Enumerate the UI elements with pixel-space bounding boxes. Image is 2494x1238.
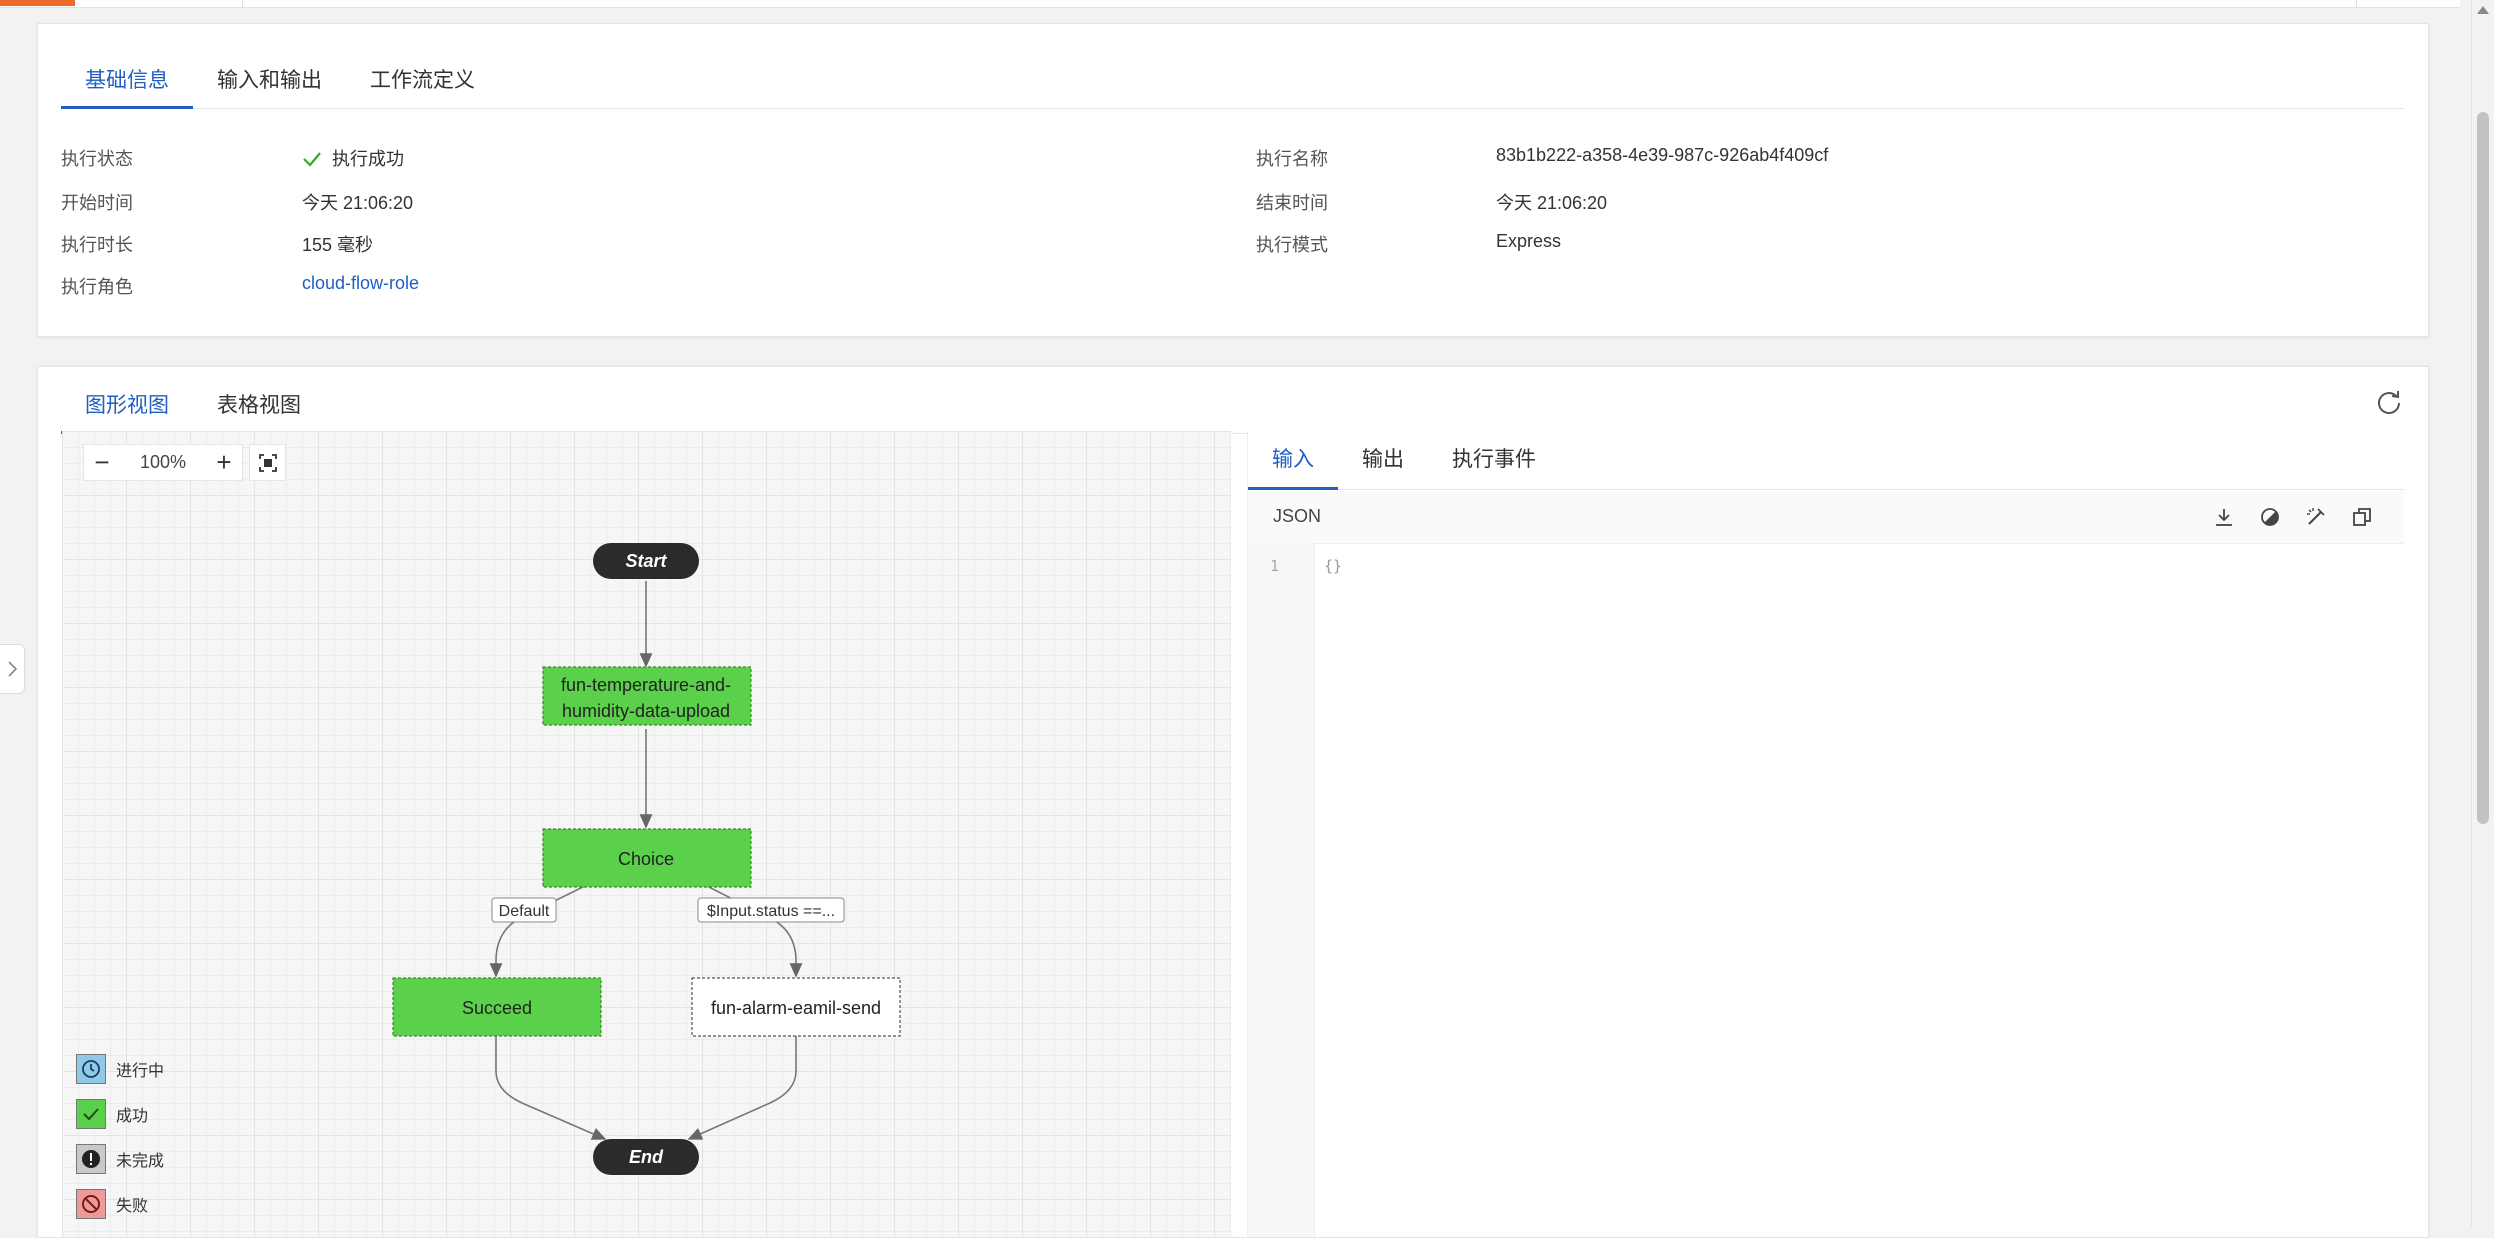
- theme-toggle-icon[interactable]: [2258, 505, 2282, 529]
- tab-input[interactable]: 输入: [1248, 431, 1338, 490]
- json-editor[interactable]: 1 {}: [1248, 543, 2404, 1237]
- edge-label-default: Default: [491, 897, 557, 923]
- node-task-label-line1: fun-temperature-and-: [561, 675, 731, 695]
- legend-label: 未完成: [116, 1152, 165, 1170]
- ban-icon: [76, 1188, 106, 1219]
- tab-output[interactable]: 输出: [1338, 431, 1428, 489]
- tab-graph-view[interactable]: 图形视图: [61, 379, 193, 434]
- status-value: 执行成功: [302, 145, 404, 171]
- json-toolbar: JSON: [1248, 491, 2404, 544]
- page-scrollbar[interactable]: [2471, 0, 2494, 1228]
- role-label: 执行角色: [61, 277, 133, 297]
- scroll-up-icon[interactable]: [2477, 6, 2489, 14]
- detail-tabs: 输入 输出 执行事件: [1248, 431, 2404, 490]
- legend-label: 失败: [116, 1197, 149, 1215]
- legend-item-failed: 失败: [76, 1181, 164, 1226]
- status-label: 执行状态: [61, 149, 133, 169]
- flow-graph-canvas[interactable]: − 100% + Start fun-temperature-and- humi…: [62, 431, 1231, 1237]
- legend-label: 成功: [116, 1107, 149, 1125]
- end-time-value: 今天 21:06:20: [1496, 193, 1608, 213]
- duration-value: 155 毫秒: [302, 235, 374, 255]
- tab-workflow-definition[interactable]: 工作流定义: [346, 54, 499, 108]
- status-legend: 进行中 成功 未完成 失败: [76, 1046, 164, 1226]
- json-actions: [2212, 505, 2374, 529]
- node-choice-label: Choice: [618, 849, 674, 869]
- top-bar: [0, 0, 2460, 8]
- top-bar-divider: [242, 0, 243, 7]
- node-alarm-email-send[interactable]: fun-alarm-eamil-send: [691, 977, 901, 1037]
- node-succeed-label: Succeed: [462, 998, 532, 1018]
- node-alarm-label: fun-alarm-eamil-send: [711, 998, 881, 1018]
- node-choice[interactable]: Choice: [542, 828, 752, 888]
- node-end[interactable]: End: [593, 1139, 699, 1175]
- detail-panel: 输入 输出 执行事件 JSON 1 {}: [1247, 431, 2404, 1237]
- tab-input-output[interactable]: 输入和输出: [193, 54, 346, 108]
- exclamation-icon: [76, 1143, 106, 1174]
- chevron-right-icon: [8, 661, 18, 677]
- execution-graph-card: 图形视图 表格视图 − 100% + Start fun-temperature…: [37, 366, 2429, 1238]
- start-time-value: 今天 21:06:20: [302, 193, 414, 213]
- download-icon[interactable]: [2212, 505, 2236, 529]
- execution-mode-label: 执行模式: [1256, 235, 1328, 255]
- node-task-label-line2: humidity-data-upload: [562, 701, 730, 721]
- legend-item-success: 成功: [76, 1091, 164, 1136]
- duration-label: 执行时长: [61, 235, 133, 255]
- edge-label-condition: $Input.status ==...: [697, 897, 845, 923]
- scrollbar-thumb[interactable]: [2477, 112, 2489, 824]
- legend-item-running: 进行中: [76, 1046, 164, 1091]
- flow-diagram: Start fun-temperature-and- humidity-data…: [392, 543, 901, 1175]
- node-end-label: End: [629, 1147, 664, 1167]
- execution-mode-value: Express: [1496, 231, 1562, 251]
- refresh-icon[interactable]: [2375, 389, 2403, 417]
- svg-text:$Input.status ==...: $Input.status ==...: [707, 903, 835, 920]
- tab-basic-info[interactable]: 基础信息: [61, 54, 193, 109]
- execution-name-label: 执行名称: [1256, 149, 1328, 169]
- execution-name-value: 83b1b222-a358-4e39-987c-926ab4f409cf: [1496, 145, 1829, 165]
- line-number: 1: [1270, 557, 1280, 575]
- end-time-label: 结束时间: [1256, 193, 1328, 213]
- start-time-label: 开始时间: [61, 193, 133, 213]
- node-temperature-task[interactable]: fun-temperature-and- humidity-data-uploa…: [542, 666, 752, 726]
- role-link[interactable]: cloud-flow-role: [302, 273, 419, 294]
- check-icon: [303, 152, 321, 167]
- execution-info-card: 基础信息 输入和输出 工作流定义 执行状态 执行成功 开始时间 今天 21:06…: [37, 23, 2429, 337]
- view-tabs: 图形视图 表格视图: [61, 367, 2404, 434]
- svg-text:Default: Default: [499, 903, 550, 920]
- node-start[interactable]: Start: [593, 543, 699, 579]
- tab-execution-events[interactable]: 执行事件: [1428, 431, 1560, 489]
- check-icon: [76, 1098, 106, 1129]
- sidebar-expand-button[interactable]: [0, 644, 25, 694]
- legend-label: 进行中: [116, 1062, 165, 1080]
- json-title: JSON: [1273, 506, 1322, 526]
- format-icon[interactable]: [2304, 505, 2328, 529]
- copy-icon[interactable]: [2350, 505, 2374, 529]
- status-text: 执行成功: [332, 149, 404, 169]
- legend-item-incomplete: 未完成: [76, 1136, 164, 1181]
- info-tabs: 基础信息 输入和输出 工作流定义: [61, 54, 2404, 109]
- node-start-label: Start: [625, 551, 667, 571]
- node-succeed[interactable]: Succeed: [392, 977, 602, 1037]
- clock-icon: [76, 1053, 106, 1084]
- line-gutter: 1: [1248, 543, 1315, 1237]
- active-nav-indicator: [0, 0, 75, 6]
- json-content[interactable]: {}: [1324, 557, 1342, 575]
- edge-alarm-end: [687, 1031, 797, 1140]
- top-bar-divider: [2356, 0, 2357, 7]
- edge-succeed-end: [495, 1031, 607, 1140]
- tab-table-view[interactable]: 表格视图: [193, 379, 325, 433]
